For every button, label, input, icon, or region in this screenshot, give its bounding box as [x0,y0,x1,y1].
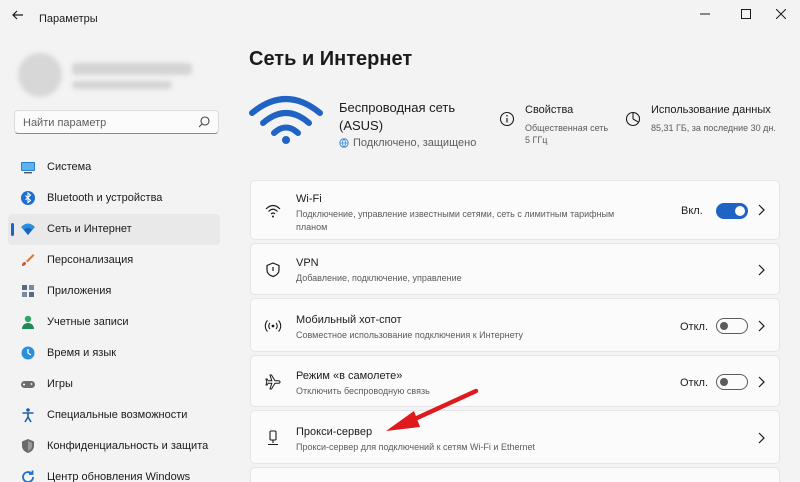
chevron-right-icon [758,204,765,216]
user-profile[interactable] [18,53,218,103]
hotspot-card[interactable]: Мобильный хот-спот Совместное использова… [250,298,780,352]
sidebar-item-accounts[interactable]: Учетные записи [8,307,220,338]
sidebar-item-privacy[interactable]: Конфиденциальность и защита [8,431,220,462]
hotspot-title: Мобильный хот-спот [296,314,402,326]
wifi-toggle-label: Вкл. [681,205,703,217]
pie-chart-icon [625,111,641,127]
gamepad-icon [21,381,35,388]
airplane-card[interactable]: Режим «в самолете» Отключить беспроводну… [250,355,780,407]
brush-icon [22,254,35,266]
system-icon [21,162,35,174]
sidebar-item-personalization[interactable]: Персонализация [8,245,220,276]
page-title: Сеть и Интернет [249,48,413,70]
search-placeholder: Найти параметр [23,117,107,129]
minimize-button[interactable] [694,5,716,23]
maximize-icon [741,9,751,19]
vpn-title: VPN [296,257,319,269]
update-icon [22,470,34,482]
sidebar-item-time-language[interactable]: Время и язык [8,338,220,369]
chevron-right-icon [758,264,765,276]
search-icon [198,116,210,128]
apps-icon [22,285,34,297]
wifi-large-icon [249,96,323,144]
sidebar-item-gaming[interactable]: Игры [8,369,220,400]
accessibility-icon [22,408,34,423]
wifi-toggle[interactable] [716,203,748,219]
search-input[interactable]: Найти параметр [14,110,219,134]
app-title: Параметры [39,13,98,25]
avatar [18,53,62,97]
network-name: Беспроводная сеть (ASUS) [339,100,456,133]
globe-clock-icon [21,346,35,360]
chevron-right-icon [758,376,765,388]
shield-icon [22,439,34,453]
sidebar-item-windows-update[interactable]: Центр обновления Windows [8,462,220,482]
account-icon [22,315,34,329]
chevron-right-icon [758,320,765,332]
proxy-title: Прокси-сервер [296,426,373,438]
hotspot-toggle-label: Откл. [680,321,709,333]
wifi-title: Wi-Fi [296,193,322,205]
sidebar: Найти параметр Система Bluetooth и устро… [0,30,228,482]
back-button[interactable] [8,7,28,23]
shield-icon [266,262,280,278]
sidebar-item-bluetooth[interactable]: Bluetooth и устройства [8,183,220,214]
globe-icon [339,138,349,148]
proxy-card[interactable]: Прокси-сервер Прокси-сервер для подключе… [250,410,780,464]
hotspot-icon [264,320,282,332]
airplane-toggle-label: Откл. [680,377,709,389]
sidebar-nav: Система Bluetooth и устройства Сеть и Ин… [8,152,220,482]
sidebar-item-apps[interactable]: Приложения [8,276,220,307]
airplane-icon [265,374,281,390]
proxy-icon [268,430,278,446]
hotspot-subtitle: Совместное использование подключения к И… [296,330,523,340]
close-icon [776,9,786,19]
sidebar-item-system[interactable]: Система [8,152,220,183]
airplane-toggle[interactable] [716,374,748,390]
bluetooth-icon [21,191,35,205]
profile-email-blurred [72,81,172,89]
title-bar: Параметры [0,0,800,30]
vpn-card[interactable]: VPN Добавление, подключение, управление [250,243,780,295]
airplane-title: Режим «в самолете» [296,370,403,382]
wifi-card[interactable]: Wi-Fi Подключение, управление известными… [250,180,780,240]
network-status-text: Подключено, защищено [353,137,477,149]
vpn-subtitle: Добавление, подключение, управление [296,273,462,283]
close-button[interactable] [770,5,792,23]
sidebar-item-network[interactable]: Сеть и Интернет [8,214,220,245]
wifi-icon [265,204,281,218]
sidebar-item-accessibility[interactable]: Специальные возможности [8,400,220,431]
maximize-button[interactable] [735,5,757,23]
profile-name-blurred [72,63,192,75]
hotspot-toggle[interactable] [716,318,748,334]
network-icon [21,223,35,235]
next-card-partial[interactable] [250,467,780,482]
network-status: Подключено, защищено [339,137,476,149]
proxy-subtitle: Прокси-сервер для подключений к сетям Wi… [296,442,535,452]
annotation-arrow-icon [386,388,479,431]
arrow-left-icon [12,10,23,20]
minimize-icon [700,13,710,15]
wifi-subtitle: Подключение, управление известными сетям… [296,209,615,232]
info-icon [499,111,515,127]
chevron-right-icon [758,432,765,444]
